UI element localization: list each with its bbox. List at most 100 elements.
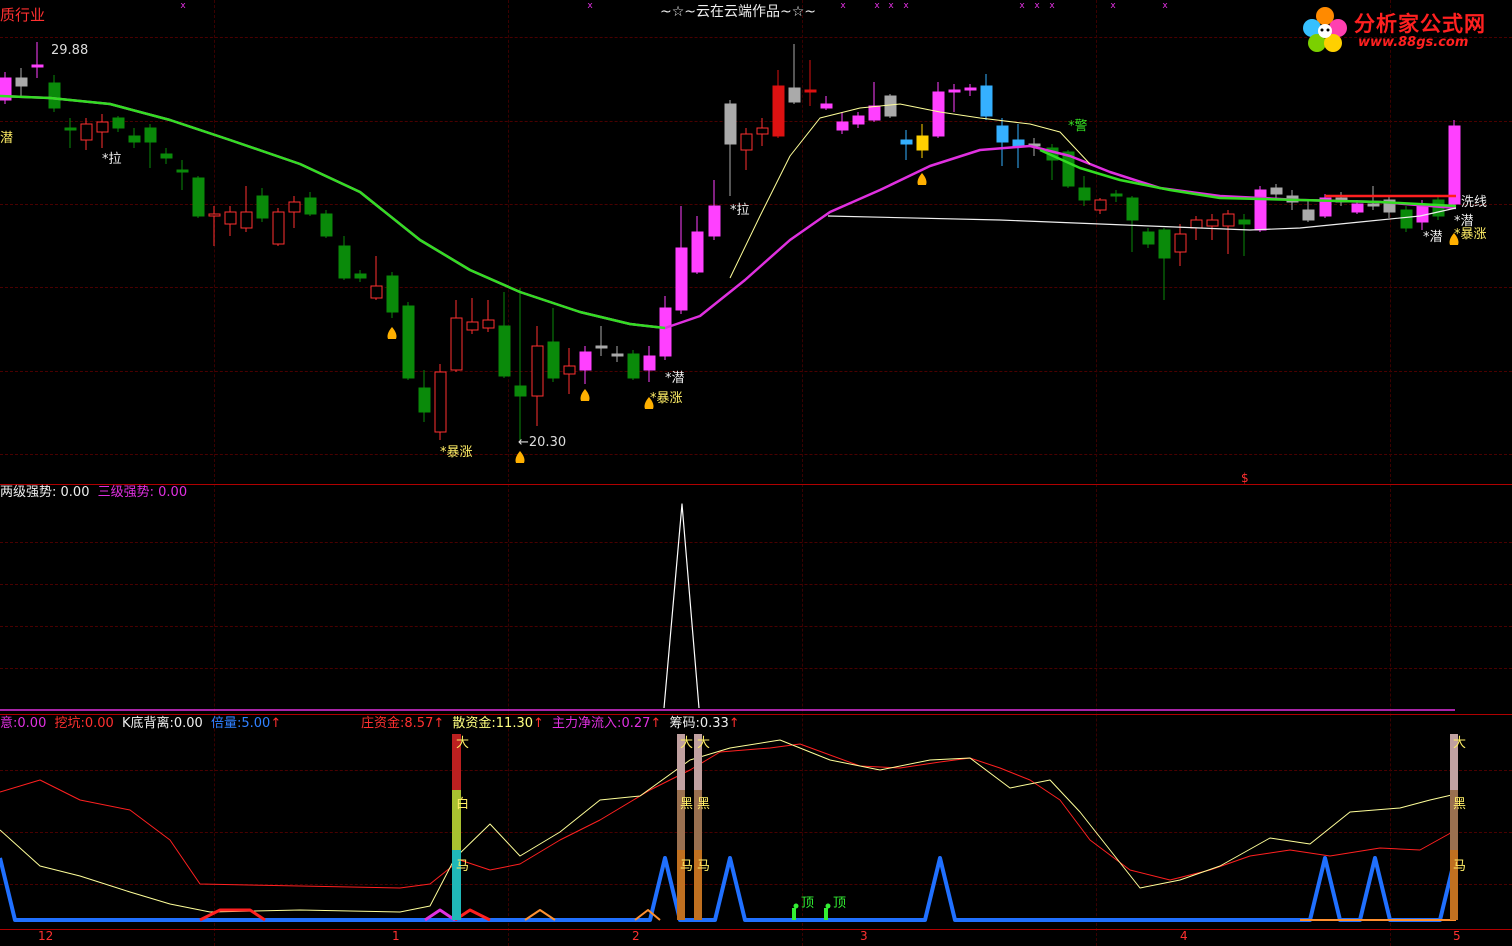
candle-body	[708, 205, 721, 237]
candle-body	[1190, 219, 1203, 229]
candle-body	[1094, 199, 1107, 211]
candle-body	[1078, 187, 1091, 201]
candle-body	[531, 345, 544, 397]
candle-body	[482, 319, 495, 329]
bottom-indicator-header-2: 庄资金:8.57↑ 散资金:11.30↑ 主力净流入:0.27↑ 筹码:0.33…	[361, 716, 740, 731]
time-axis-label: 3	[860, 929, 868, 943]
candle-body	[1254, 189, 1267, 231]
tick-mark: x	[874, 1, 880, 11]
flame-icon	[917, 173, 927, 185]
candle-body	[192, 177, 205, 217]
candle-body	[900, 139, 913, 145]
candle-body	[691, 231, 704, 273]
site-logo: 分析家公式网 www.88gs.com	[1298, 4, 1504, 54]
item-value: 0.00	[173, 716, 203, 731]
candle-body	[1222, 213, 1235, 227]
signal-label: 潜	[0, 131, 14, 146]
top-marker-bar	[792, 908, 796, 920]
item-value: 0.27	[621, 716, 651, 731]
item-arrow: ↑	[650, 716, 662, 731]
bar-label: 大	[697, 736, 711, 751]
candle-body	[852, 115, 865, 125]
signal-label: *暴涨	[1454, 227, 1487, 242]
bar-label: 黑	[1453, 797, 1467, 812]
candle-body	[418, 387, 431, 413]
candle-body	[724, 103, 737, 145]
time-axis-label: 2	[632, 929, 640, 943]
candle-body	[1158, 229, 1171, 259]
signal-label: *警	[1068, 119, 1088, 134]
signal-label: *潜	[665, 371, 685, 386]
candle-body	[547, 341, 560, 379]
signal-label: 洗线	[1461, 195, 1488, 210]
candle-body	[240, 211, 253, 229]
item-value: 11.30	[495, 716, 533, 731]
candle-body	[740, 133, 753, 151]
item-arrow: ↑	[433, 716, 445, 731]
item-value: 8.57	[404, 716, 434, 731]
candle-body	[498, 325, 511, 377]
tick-mark: x	[1019, 1, 1025, 11]
candle-body	[579, 351, 592, 371]
flower-logo-icon	[1303, 7, 1347, 52]
candle-body	[31, 64, 44, 68]
candle-body	[595, 345, 608, 349]
top-marker-dot	[793, 903, 799, 909]
bar-label: 黑	[697, 797, 711, 812]
bar-label: 马	[680, 859, 694, 874]
dollar-mark: $	[1241, 471, 1249, 485]
item-value: 0.00	[84, 716, 114, 731]
bar-label: 马	[456, 859, 470, 874]
chart-stage[interactable]: xxxxxxxxxxx 质行业 ~☆~云在云端作品~☆~ 分析家公式网 www.…	[0, 0, 1512, 946]
tick-mark: x	[903, 1, 909, 11]
time-axis-label: 12	[38, 929, 54, 943]
mid-indicator-header: 两级强势: 0.00 三级强势: 0.00	[0, 485, 187, 500]
candle-body	[948, 89, 961, 93]
candle-body	[144, 127, 157, 143]
candle-body	[128, 135, 141, 143]
chart-canvas: xxxxxxxxxxx	[0, 1, 1461, 922]
candle-body	[996, 125, 1009, 143]
item-arrow: ↑	[533, 716, 544, 731]
candle-body	[304, 197, 317, 215]
candle-body	[1238, 219, 1251, 225]
candle-body	[514, 385, 527, 397]
tick-mark: x	[1110, 1, 1116, 11]
candle-body	[272, 211, 285, 245]
candle-body	[1110, 193, 1123, 197]
ind2-value: 0.00	[158, 485, 188, 500]
item-name: 倍量:	[210, 716, 242, 731]
candle-body	[176, 169, 189, 173]
candle-body	[160, 153, 173, 159]
item-name: 散资金:	[452, 716, 496, 731]
item-name: K底背离:	[121, 716, 174, 731]
candle-body	[80, 123, 93, 141]
candle-body	[1351, 203, 1364, 213]
tick-mark: x	[180, 1, 186, 11]
candle-body	[756, 127, 769, 135]
candle-body	[386, 275, 399, 313]
candle-body	[450, 317, 463, 371]
candle-body	[288, 201, 301, 213]
candle-body	[1367, 203, 1380, 207]
candle-body	[1174, 233, 1187, 253]
candle-body	[402, 305, 415, 379]
candle-body	[434, 371, 447, 433]
item-value: 0.33	[699, 716, 729, 731]
candle-body	[370, 285, 383, 299]
top-mark: 顶	[833, 896, 847, 911]
candle-body	[48, 82, 61, 109]
item-value: 0.00	[17, 716, 47, 731]
candle-body	[320, 213, 333, 237]
bar-label: 马	[1453, 859, 1467, 874]
bar-label: 大	[456, 736, 470, 751]
candle-body	[224, 211, 237, 225]
item-value: 5.00	[241, 716, 271, 731]
candle-body	[354, 273, 367, 279]
item-name: 主力净流入:	[552, 716, 622, 731]
candle-body	[96, 121, 109, 133]
candle-body	[1400, 209, 1413, 229]
signal-label: *暴涨	[650, 391, 683, 406]
candle-body	[563, 365, 576, 375]
flame-icon	[515, 451, 525, 463]
